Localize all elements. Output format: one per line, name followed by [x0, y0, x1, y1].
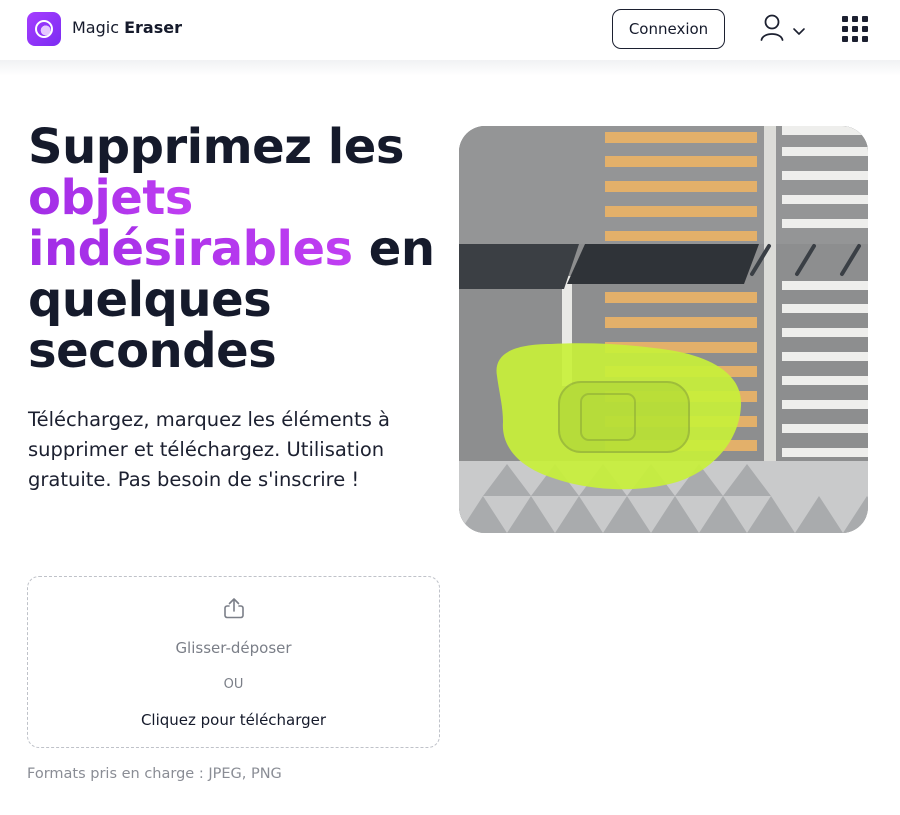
- hero-title-line-4: quelques: [28, 272, 272, 328]
- hero-subtitle: Téléchargez, marquez les éléments à supp…: [28, 408, 390, 491]
- top-bar: Magic Eraser Connexion: [0, 0, 900, 60]
- brand-name[interactable]: Magic Eraser: [72, 18, 182, 37]
- demo-illustration: [459, 126, 868, 533]
- upload-dropzone[interactable]: Glisser-déposer OU Cliquez pour téléchar…: [27, 576, 440, 748]
- hero-title: Supprimez les objets indésirables en que…: [28, 122, 448, 377]
- or-separator: OU: [223, 677, 244, 692]
- street-aerial-image: [459, 126, 868, 533]
- login-button[interactable]: Connexion: [612, 9, 725, 49]
- apps-grid-icon[interactable]: [842, 16, 868, 42]
- hero-title-highlight-2: indésirables: [28, 221, 353, 277]
- user-icon: [760, 14, 805, 41]
- hero-title-line-5: secondes: [28, 323, 277, 379]
- hero-title-after-highlight: en: [352, 221, 435, 277]
- header-divider: [0, 60, 900, 76]
- user-menu[interactable]: [760, 14, 810, 44]
- drag-drop-label: Glisser-déposer: [175, 639, 292, 657]
- hero-title-line-1: Supprimez les: [28, 119, 404, 175]
- chevron-down-icon: [793, 28, 805, 35]
- supported-formats-note: Formats pris en charge : JPEG, PNG: [27, 766, 282, 782]
- upload-icon: [224, 598, 244, 619]
- click-to-upload-link[interactable]: Cliquez pour télécharger: [28, 711, 439, 729]
- hero-title-highlight-1: objets: [28, 170, 193, 226]
- magic-eraser-logo-icon[interactable]: [27, 12, 61, 46]
